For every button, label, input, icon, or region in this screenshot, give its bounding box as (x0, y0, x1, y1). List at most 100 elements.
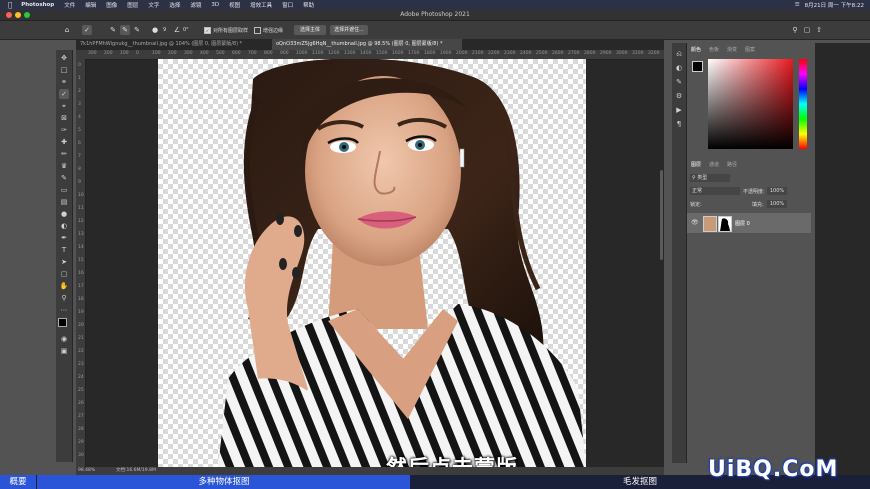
vertical-ruler[interactable]: 0 1 2 3 4 5 6 7 8 9 10 11 12 13 14 15 16 17 18 19 20 21 22 23 24… (76, 59, 86, 467)
actions-panel-icon[interactable]: ▶ (674, 105, 684, 115)
tab-swatches[interactable]: 色板 (709, 46, 719, 53)
gradient-tool-icon[interactable]: ▤ (59, 197, 69, 207)
hue-slider[interactable] (799, 59, 807, 149)
marquee-tool-icon[interactable]: □ (59, 65, 69, 75)
frame-tool-icon[interactable]: ⊠ (59, 113, 69, 123)
home-icon[interactable]: ⌂ (62, 25, 72, 35)
menu-help[interactable]: 帮助 (303, 1, 314, 9)
workspace-icon[interactable]: ▢ (802, 25, 812, 35)
angle-value[interactable]: 0° (183, 27, 189, 33)
tab-document-2[interactable]: oQnO33mZ5jg6HqN__thumbnail.jpg @ 98.5% (… (272, 39, 462, 50)
color-field[interactable] (708, 59, 793, 149)
subtract-from-selection-icon[interactable]: ✎ (132, 25, 142, 35)
screen-mode-icon[interactable]: ▣ (59, 346, 69, 356)
menu-file[interactable]: 文件 (64, 1, 75, 9)
tab-layers[interactable]: 图层 (691, 161, 701, 168)
layer-row[interactable]: 👁 图层 0 (687, 213, 811, 233)
history-panel-icon[interactable]: ⎌ (674, 49, 684, 59)
app-menu[interactable]: Photoshop (21, 2, 54, 8)
more-tools-icon[interactable]: ⋯ (59, 305, 69, 315)
adjustments-panel-icon[interactable]: ◐ (674, 63, 684, 73)
quick-mask-icon[interactable]: ◉ (59, 334, 69, 344)
pen-tool-icon[interactable]: ✒ (59, 233, 69, 243)
quick-selection-tool-preset-icon[interactable]: ✓ (82, 25, 92, 35)
brush-tool-icon[interactable]: ✏ (59, 149, 69, 159)
menu-view[interactable]: 视图 (229, 1, 240, 9)
tab-color[interactable]: 颜色 (691, 46, 701, 53)
menu-edit[interactable]: 编辑 (85, 1, 96, 9)
tab-paths[interactable]: 路径 (727, 161, 737, 168)
mac-menu-bar:  Photoshop 文件 编辑 图像 图层 文字 选择 滤镜 3D 视图 增… (0, 0, 870, 10)
menu-select[interactable]: 选择 (169, 1, 180, 9)
blur-tool-icon[interactable]: ● (59, 209, 69, 219)
control-center-icon[interactable]: ☰ (795, 2, 800, 8)
eyedropper-tool-icon[interactable]: ✑ (59, 125, 69, 135)
color-panel: 颜色 色板 渐变 图案 (687, 43, 815, 154)
brush-size-value[interactable]: 9 (163, 27, 166, 33)
sample-all-layers-checkbox[interactable]: ✓ (204, 27, 211, 34)
foreground-color-chip[interactable] (692, 61, 703, 72)
path-selection-tool-icon[interactable]: ➤ (59, 257, 69, 267)
vertical-scrollbar[interactable] (660, 170, 663, 260)
crop-tool-icon[interactable]: ⌖ (59, 101, 69, 111)
menu-image[interactable]: 图像 (106, 1, 117, 9)
chapter-overview[interactable]: 概要 (0, 475, 36, 489)
healing-brush-tool-icon[interactable]: ✚ (59, 137, 69, 147)
rectangle-tool-icon[interactable]: ▢ (59, 269, 69, 279)
brushes-panel-icon[interactable]: ✎ (674, 77, 684, 87)
ruler-h-label: 200 (104, 51, 113, 56)
ruler-h-label: 400 (200, 51, 209, 56)
dodge-tool-icon[interactable]: ◐ (59, 221, 69, 231)
layer-filter-select[interactable]: ⚲ 类型 (690, 174, 730, 182)
enhance-edge-checkbox[interactable] (254, 27, 261, 34)
layer-mask-thumbnail[interactable] (718, 216, 732, 232)
new-selection-icon[interactable]: ✎ (108, 25, 118, 35)
document-canvas[interactable]: 然后点击蒙版 (158, 59, 586, 467)
zoom-level[interactable]: 98.48% (78, 467, 95, 475)
blend-mode-value: 正常 (692, 188, 703, 194)
brush-size-icon[interactable]: ● (150, 25, 160, 35)
menu-layer[interactable]: 图层 (127, 1, 138, 9)
select-subject-button[interactable]: 选择主体 (294, 25, 326, 35)
layer-thumbnail[interactable] (703, 216, 717, 232)
zoom-window-button[interactable] (24, 12, 30, 18)
search-icon[interactable]: ⚲ (790, 25, 800, 35)
layer-name[interactable]: 图层 0 (735, 220, 750, 227)
fill-field[interactable]: 100% (767, 200, 787, 208)
quick-selection-tool-icon[interactable]: ✓ (59, 89, 69, 99)
add-to-selection-icon[interactable]: ✎ (120, 25, 130, 35)
select-and-mask-button[interactable]: 选择并遮住... (330, 25, 368, 35)
history-brush-tool-icon[interactable]: ✎ (59, 173, 69, 183)
tab-document-1[interactable]: 7k1hPFMhWignukg__thumbnail.jpg @ 104% (图… (76, 39, 272, 50)
close-window-button[interactable] (6, 12, 12, 18)
tab-patterns[interactable]: 图案 (745, 46, 755, 53)
document-info[interactable]: 文档:16.6M/19.8M (116, 467, 156, 475)
paragraph-panel-icon[interactable]: ¶ (674, 119, 684, 129)
opacity-field[interactable]: 100% (767, 187, 787, 195)
menu-3d[interactable]: 3D (211, 2, 219, 8)
lasso-tool-icon[interactable]: ⚭ (59, 77, 69, 87)
properties-panel-icon[interactable]: ⚙ (674, 91, 684, 101)
ruler-h-label: 300 (184, 51, 193, 56)
menu-plugins[interactable]: 增效工具 (250, 1, 272, 9)
chapter-multi-object[interactable]: 多种物体抠图 (36, 475, 411, 489)
ruler-v-label: 13 (78, 232, 84, 237)
menu-type[interactable]: 文字 (148, 1, 159, 9)
move-tool-icon[interactable]: ✥ (59, 53, 69, 63)
tab-gradients[interactable]: 渐变 (727, 46, 737, 53)
type-tool-icon[interactable]: T (59, 245, 69, 255)
minimize-window-button[interactable] (15, 12, 21, 18)
tab-channels[interactable]: 通道 (709, 161, 719, 168)
blend-mode-select[interactable]: 正常 (690, 187, 740, 195)
menu-filter[interactable]: 滤镜 (190, 1, 201, 9)
hand-tool-icon[interactable]: ✋ (59, 281, 69, 291)
eraser-tool-icon[interactable]: ▭ (59, 185, 69, 195)
menu-window[interactable]: 窗口 (282, 1, 293, 9)
clone-stamp-tool-icon[interactable]: ♛ (59, 161, 69, 171)
share-icon[interactable]: ⇧ (814, 25, 824, 35)
foreground-color-swatch[interactable] (58, 318, 67, 327)
zoom-tool-icon[interactable]: ⚲ (59, 293, 69, 303)
ruler-v-label: 16 (78, 271, 84, 276)
apple-icon[interactable]:  (8, 1, 12, 9)
eye-icon[interactable]: 👁 (691, 219, 699, 226)
